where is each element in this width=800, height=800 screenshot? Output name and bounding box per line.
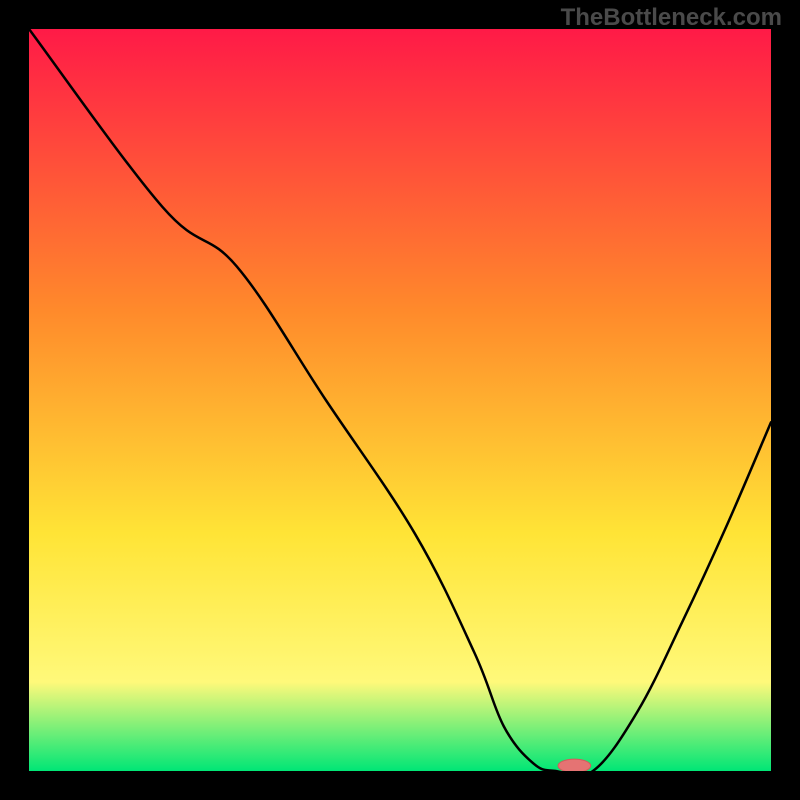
chart-svg <box>29 29 771 771</box>
gradient-background <box>29 29 771 771</box>
optimum-marker <box>558 759 591 771</box>
plot-area <box>29 29 771 771</box>
chart-frame: TheBottleneck.com <box>0 0 800 800</box>
watermark-text: TheBottleneck.com <box>561 4 782 32</box>
